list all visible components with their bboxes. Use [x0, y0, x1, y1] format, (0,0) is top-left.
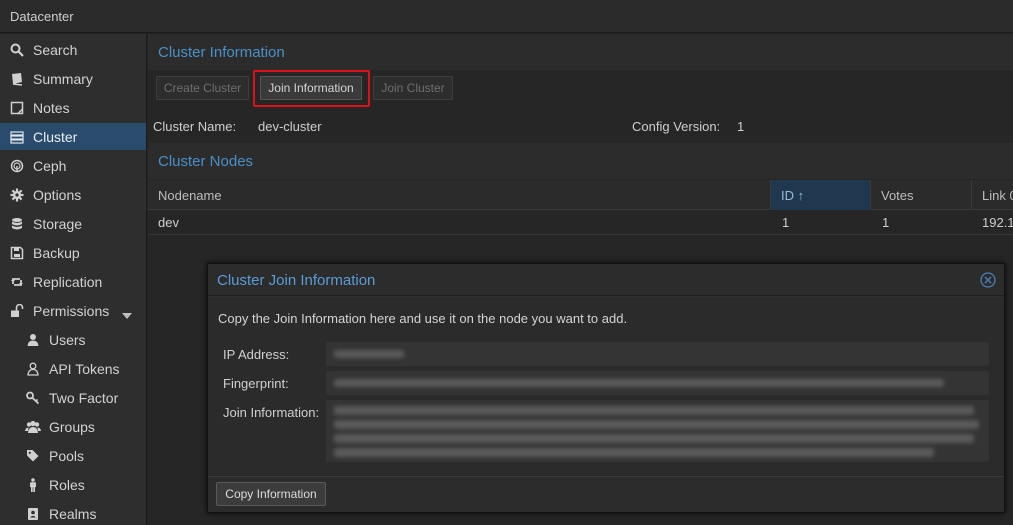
- user-icon: [25, 332, 41, 348]
- cell-nodename: dev: [158, 215, 179, 230]
- sidebar-item-label: Users: [49, 331, 86, 348]
- sidebar-item-storage[interactable]: Storage: [0, 210, 146, 237]
- panel-title: Cluster Information: [158, 44, 285, 61]
- sidebar-item-label: Options: [33, 186, 82, 203]
- sidebar-item-label: Summary: [33, 70, 93, 87]
- male-icon: [25, 477, 41, 493]
- dialog-title: Cluster Join Information: [217, 272, 376, 289]
- highlight-box: [253, 70, 370, 107]
- sidebar-item-label: Permissions: [33, 302, 110, 319]
- cell-votes: 1: [882, 215, 890, 230]
- dialog-description: Copy the Join Information here and use i…: [218, 311, 628, 326]
- note-icon: [9, 100, 25, 116]
- sidebar-item-ceph[interactable]: Ceph: [0, 152, 146, 179]
- book-icon: [9, 71, 25, 87]
- users-icon: [25, 419, 41, 435]
- sidebar-item-realms[interactable]: Realms: [0, 500, 146, 525]
- cluster-join-information-dialog: Cluster Join Information Copy the Join I…: [207, 263, 1005, 513]
- sidebar: Search Summary Notes Cluster Ceph Option…: [0, 34, 147, 525]
- sidebar-item-label: Storage: [33, 215, 83, 232]
- column-link0[interactable]: Link 0: [971, 180, 1013, 210]
- database-icon: [9, 216, 25, 232]
- join-cluster-button[interactable]: Join Cluster: [373, 76, 453, 100]
- sort-asc-icon: ↑: [797, 187, 805, 203]
- cluster-information-header: Cluster Information: [148, 34, 1013, 70]
- sidebar-item-label: Groups: [49, 418, 95, 435]
- sidebar-item-roles[interactable]: Roles: [0, 471, 146, 498]
- top-bar: Datacenter: [0, 0, 1013, 33]
- ip-address-label: IP Address:: [223, 347, 290, 362]
- ip-address-field[interactable]: [326, 342, 989, 366]
- sidebar-item-api-tokens[interactable]: API Tokens: [0, 355, 146, 382]
- sidebar-item-label: Roles: [49, 476, 85, 493]
- floppy-icon: [9, 245, 25, 261]
- user-outline-icon: [25, 361, 41, 377]
- column-nodename[interactable]: Nodename: [148, 180, 770, 210]
- address-book-icon: [25, 506, 41, 522]
- column-votes[interactable]: Votes: [870, 180, 971, 210]
- search-icon: [9, 42, 25, 58]
- close-icon[interactable]: [980, 272, 996, 288]
- sidebar-item-pools[interactable]: Pools: [0, 442, 146, 469]
- sidebar-item-groups[interactable]: Groups: [0, 413, 146, 440]
- tags-icon: [25, 448, 41, 464]
- sidebar-item-label: Realms: [49, 505, 97, 522]
- fingerprint-label: Fingerprint:: [223, 376, 289, 391]
- cell-link0: 192.1: [982, 215, 1013, 230]
- sidebar-item-label: Backup: [33, 244, 80, 261]
- copy-information-button[interactable]: Copy Information: [216, 482, 326, 506]
- datacenter-title: Datacenter: [10, 9, 74, 24]
- gear-icon: [9, 187, 25, 203]
- config-version-value: 1: [737, 119, 745, 134]
- server-icon: [9, 129, 25, 145]
- cluster-nodes-header: Cluster Nodes: [148, 143, 1013, 179]
- retweet-icon: [9, 274, 25, 290]
- ceph-icon: [9, 158, 25, 174]
- sidebar-item-options[interactable]: Options: [0, 181, 146, 208]
- sidebar-item-label: Replication: [33, 273, 103, 290]
- sidebar-item-cluster[interactable]: Cluster: [0, 123, 146, 150]
- unlock-icon: [9, 303, 25, 319]
- column-id[interactable]: ID ↑: [770, 180, 870, 210]
- create-cluster-button[interactable]: Create Cluster: [156, 76, 249, 100]
- sidebar-item-notes[interactable]: Notes: [0, 94, 146, 121]
- chevron-down-icon[interactable]: [122, 306, 132, 322]
- nodes-grid-header: Nodename ID ↑ Votes Link 0: [148, 180, 1013, 210]
- config-version-label: Config Version:: [632, 119, 721, 134]
- sidebar-item-two-factor[interactable]: Two Factor: [0, 384, 146, 411]
- sidebar-item-label: Cluster: [33, 128, 78, 145]
- sidebar-item-label: Search: [33, 41, 78, 58]
- cell-id: 1: [782, 215, 790, 230]
- cluster-name-value: dev-cluster: [258, 119, 322, 134]
- dialog-body: Copy the Join Information here and use i…: [208, 297, 1004, 476]
- panel-title: Cluster Nodes: [158, 153, 254, 170]
- cluster-name-label: Cluster Name:: [153, 119, 237, 134]
- table-row[interactable]: dev 1 1 192.1: [148, 210, 1013, 235]
- sidebar-item-users[interactable]: Users: [0, 326, 146, 353]
- sidebar-item-search[interactable]: Search: [0, 36, 146, 63]
- sidebar-item-label: Ceph: [33, 157, 67, 174]
- sidebar-item-summary[interactable]: Summary: [0, 65, 146, 92]
- join-information-label: Join Information:: [223, 405, 320, 420]
- fingerprint-field[interactable]: [326, 371, 989, 395]
- key-icon: [25, 390, 41, 406]
- sidebar-item-backup[interactable]: Backup: [0, 239, 146, 266]
- sidebar-item-label: API Tokens: [49, 360, 120, 377]
- join-information-field[interactable]: [326, 400, 989, 462]
- sidebar-item-label: Pools: [49, 447, 85, 464]
- sidebar-item-label: Notes: [33, 99, 70, 116]
- dialog-footer: Copy Information: [208, 476, 1004, 512]
- sidebar-item-permissions[interactable]: Permissions: [0, 297, 146, 324]
- sidebar-item-replication[interactable]: Replication: [0, 268, 146, 295]
- dialog-header: Cluster Join Information: [208, 264, 1004, 296]
- sidebar-item-label: Two Factor: [49, 389, 119, 406]
